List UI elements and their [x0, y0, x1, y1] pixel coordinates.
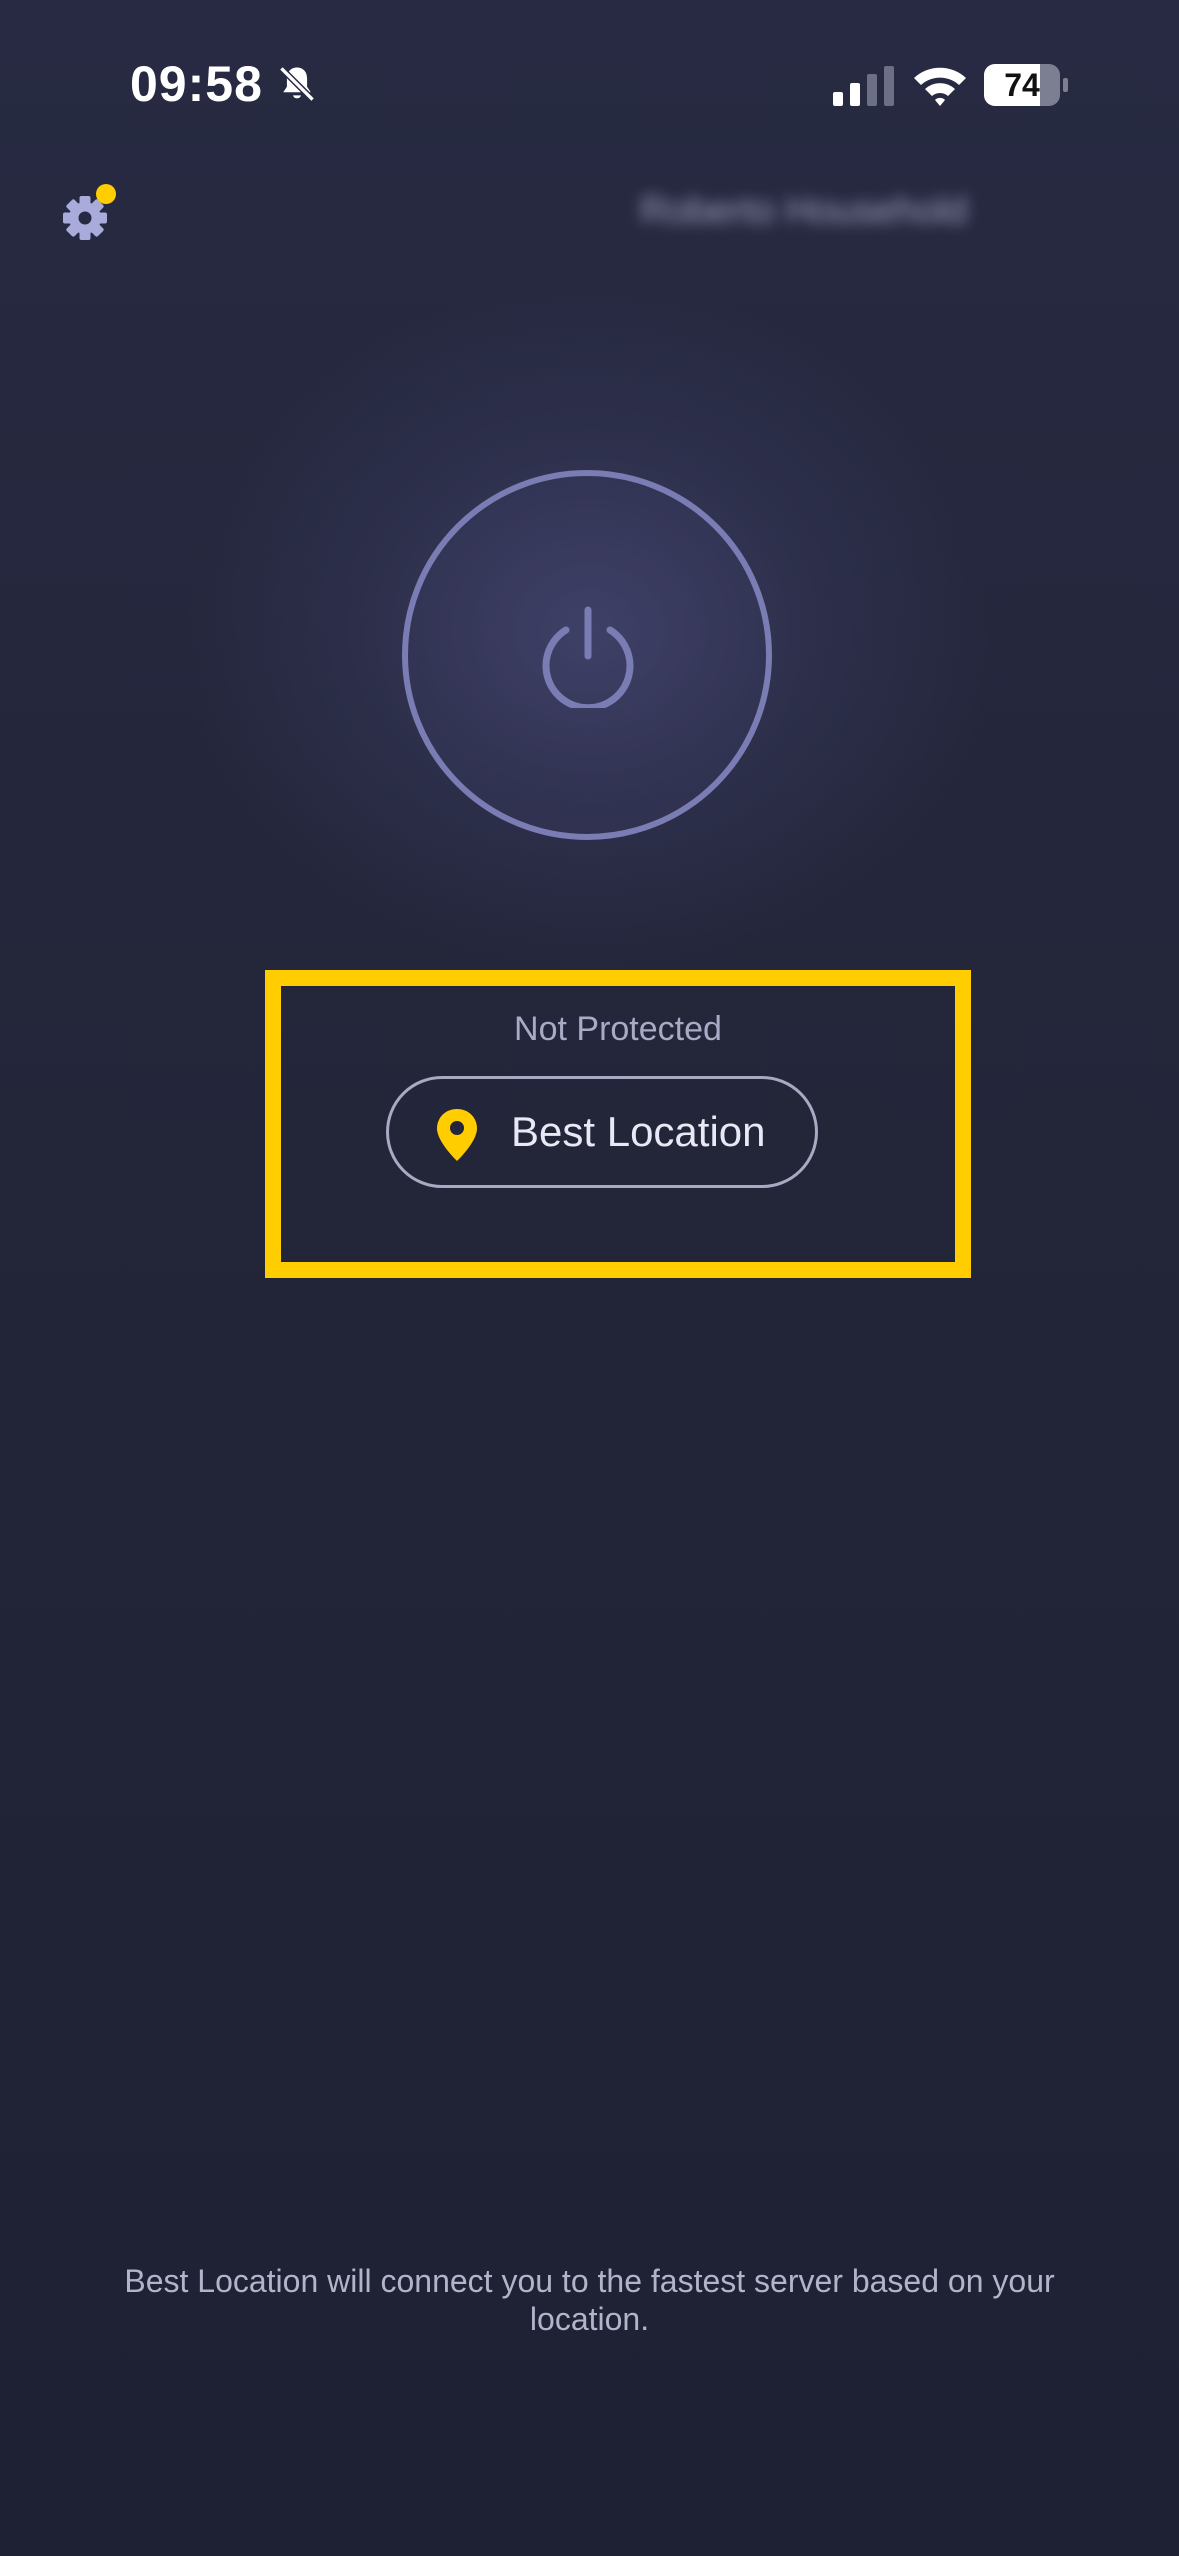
battery-level: 74 — [1004, 67, 1040, 103]
status-bar: 09:58 74 — [0, 0, 1179, 170]
footer-note: Best Location will connect you to the fa… — [124, 2263, 1055, 2337]
bell-slash-icon — [279, 66, 315, 102]
cellular-signal-icon — [833, 66, 894, 106]
notification-dot — [96, 184, 116, 204]
wifi-icon — [914, 67, 966, 106]
settings-button[interactable] — [55, 178, 125, 248]
map-pin-icon — [437, 1109, 477, 1161]
connection-status: Not Protected — [514, 1010, 722, 1048]
power-button[interactable] — [402, 470, 772, 840]
status-time: 09:58 — [130, 56, 263, 112]
gear-icon — [63, 184, 116, 240]
household-label[interactable]: Roberto Household — [640, 180, 1100, 242]
location-label: Best Location — [511, 1108, 766, 1155]
best-location-button[interactable]: Best Location — [386, 1076, 818, 1188]
power-icon — [542, 606, 634, 708]
